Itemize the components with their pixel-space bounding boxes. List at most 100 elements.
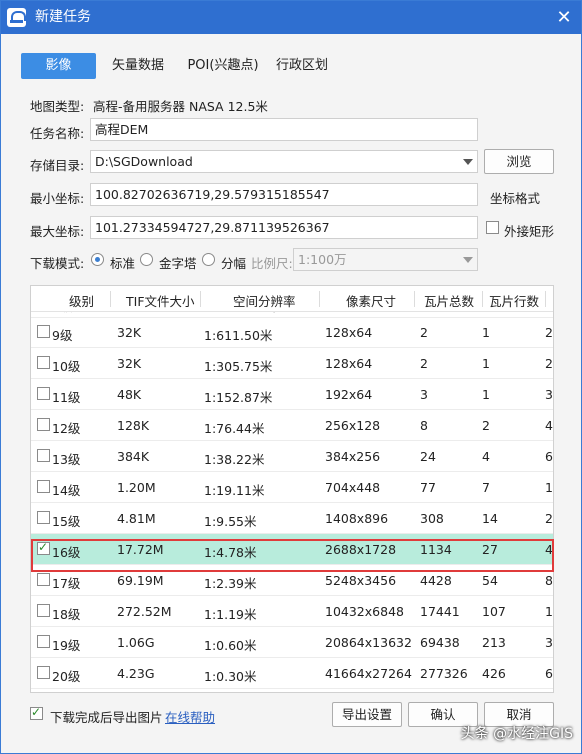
table-row[interactable]: 19级 1.06G 1:0.60米 20864x13632 69438 213 3	[31, 627, 553, 658]
level-checkbox[interactable]	[37, 604, 50, 617]
cell-cols: 1	[545, 604, 553, 619]
storage-dir-select[interactable]: D:\SGDownload	[90, 150, 478, 173]
cell-total: 69438	[420, 635, 460, 650]
cell-pixels: 192x64	[325, 387, 373, 402]
col-tile-total[interactable]: 瓦片总数	[424, 291, 474, 310]
cell-total: 4428	[420, 573, 452, 588]
level-checkbox[interactable]	[37, 573, 50, 586]
browse-button[interactable]: 浏览	[484, 149, 554, 174]
max-coord-input[interactable]: 101.27334594727,29.871139526367	[90, 216, 478, 239]
level-checkbox[interactable]	[37, 387, 50, 400]
tab-imagery[interactable]: 影像	[21, 53, 96, 79]
cell-cols: 3	[545, 387, 553, 402]
mode-pyramid-radio[interactable]	[140, 253, 153, 266]
cell-cols: 2	[545, 356, 553, 371]
table-row[interactable]: 20级 4.23G 1:0.30米 41664x27264 277326 426 6	[31, 658, 553, 689]
table-row[interactable]: 14级 1.20M 1:19.11米 704x448 77 7 1	[31, 472, 553, 503]
cell-size: 32K	[117, 325, 142, 340]
cell-rows: 14	[482, 511, 498, 526]
cell-size: 272.52M	[117, 604, 172, 619]
export-after-checkbox[interactable]	[30, 705, 43, 720]
cell-cols: 1	[545, 480, 553, 495]
cell-rows: 213	[482, 635, 506, 650]
cell-rows: 1	[482, 387, 490, 402]
cell-rows: 1	[482, 356, 490, 371]
app-logo-icon	[7, 8, 26, 27]
cell-total: 2	[420, 325, 428, 340]
selected-level-highlight	[31, 539, 554, 572]
cell-pixels: 128x64	[325, 325, 373, 340]
table-row[interactable]: 10级 32K 1:305.75米 128x64 2 1 2	[31, 348, 553, 379]
cell-cols: 6	[545, 449, 553, 464]
level-checkbox[interactable]	[37, 480, 50, 493]
map-type-value: 高程-备用服务器 NASA 12.5米	[93, 99, 268, 114]
mode-sheet-radio[interactable]	[202, 253, 215, 266]
min-coord-label: 最小坐标:	[30, 191, 85, 206]
tab-vector-data[interactable]: 矢量数据	[105, 53, 171, 79]
bbox-checkbox[interactable]	[486, 221, 499, 234]
col-tile-rows[interactable]: 瓦片行数	[489, 291, 539, 310]
chevron-down-icon	[463, 159, 473, 165]
col-pixel-size[interactable]: 像素尺寸	[346, 291, 396, 310]
level-checkbox[interactable]	[37, 635, 50, 648]
cell-size: 48K	[117, 387, 142, 402]
new-task-dialog: 新建任务 ✕ 影像 矢量数据 POI(兴趣点) 行政区划 地图类型: 高程-备用…	[0, 0, 582, 754]
table-row[interactable]: 12级 128K 1:76.44米 256x128 8 2 4	[31, 410, 553, 441]
bbox-label: 外接矩形	[504, 224, 555, 239]
cell-level: 11级	[52, 390, 81, 405]
cell-cols: 3	[545, 635, 553, 650]
col-level[interactable]: 级别	[69, 291, 94, 310]
cell-level: 15级	[52, 514, 81, 529]
level-checkbox[interactable]	[37, 325, 50, 338]
col-tif-size[interactable]: TIF文件大小	[126, 291, 195, 310]
cell-pixels: 20864x13632	[325, 635, 412, 650]
tab-poi[interactable]: POI(兴趣点)	[183, 53, 263, 79]
cell-level: 19级	[52, 638, 81, 653]
level-checkbox[interactable]	[37, 449, 50, 462]
mode-sheet-label: 分幅	[221, 256, 247, 271]
cell-total: 308	[420, 511, 444, 526]
cell-resolution: 1:0.30米	[204, 669, 257, 684]
cell-level: 14级	[52, 483, 81, 498]
cell-total: 2	[420, 356, 428, 371]
title-bar: 新建任务 ✕	[1, 1, 581, 34]
table-row[interactable]: 18级 272.52M 1:1.19米 10432x6848 17441 107 1	[31, 596, 553, 627]
cell-rows: 4	[482, 449, 490, 464]
cell-pixels: 704x448	[325, 480, 381, 495]
online-help-link[interactable]: 在线帮助	[165, 707, 215, 726]
table-row[interactable]: 15级 4.81M 1:9.55米 1408x896 308 14 2	[31, 503, 553, 534]
cell-level: 17级	[52, 576, 81, 591]
table-row[interactable]: 13级 384K 1:38.22米 384x256 24 4 6	[31, 441, 553, 472]
map-type-label: 地图类型:	[30, 99, 85, 114]
column-divider	[200, 291, 201, 307]
cell-pixels: 256x128	[325, 418, 381, 433]
table-row[interactable]: 11级 48K 1:152.87米 192x64 3 1 3	[31, 379, 553, 410]
min-coord-input[interactable]: 100.82702636719,29.579315185547	[90, 183, 478, 206]
close-button[interactable]: ✕	[553, 7, 575, 29]
watermark-text: 头条 @水经注GIS	[460, 726, 573, 742]
download-mode-label: 下载模式:	[30, 256, 85, 271]
table-header: 级别 TIF文件大小 空间分辨率 像素尺寸 瓦片总数 瓦片行数	[31, 286, 553, 312]
cell-resolution: 1:305.75米	[204, 359, 273, 374]
export-settings-button[interactable]: 导出设置	[332, 702, 402, 727]
max-coord-label: 最大坐标:	[30, 224, 85, 239]
cell-size: 32K	[117, 356, 142, 371]
scale-value: 1:100万	[298, 252, 347, 267]
tab-admin-division[interactable]: 行政区划	[271, 53, 333, 79]
column-divider	[545, 291, 546, 307]
table-row[interactable]: 9级 32K 1:611.50米 128x64 2 1 2	[31, 317, 553, 348]
level-checkbox[interactable]	[37, 511, 50, 524]
cell-rows: 426	[482, 666, 506, 681]
level-table[interactable]: 8级 8K 1:3223.00米 128x64 1 1 1 级别 TIF文件大小…	[30, 285, 554, 693]
level-checkbox[interactable]	[37, 356, 50, 369]
task-name-input[interactable]: 高程DEM	[90, 118, 478, 141]
coord-format-link[interactable]: 坐标格式	[490, 188, 540, 207]
col-resolution[interactable]: 空间分辨率	[233, 291, 296, 310]
column-divider	[319, 291, 320, 307]
mode-standard-radio[interactable]	[91, 253, 104, 266]
level-checkbox[interactable]	[37, 666, 50, 679]
scale-select[interactable]: 1:100万	[293, 248, 478, 271]
column-divider	[482, 291, 483, 307]
cell-rows: 1	[482, 325, 490, 340]
level-checkbox[interactable]	[37, 418, 50, 431]
